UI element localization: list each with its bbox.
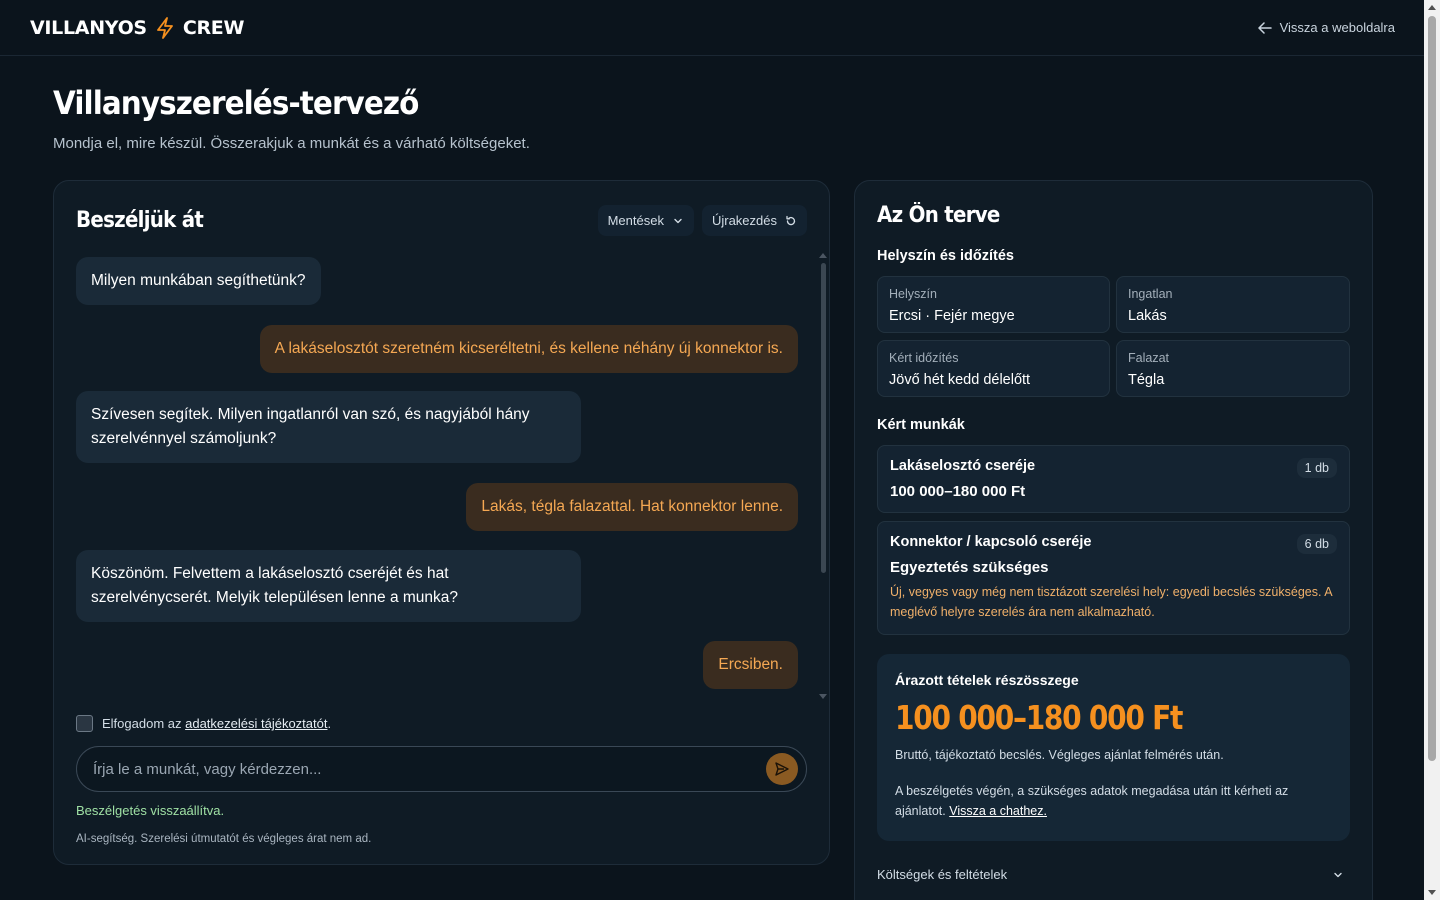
field-location: Helyszín Ercsi · Fejér megye [877, 276, 1110, 333]
chat-status-text: Beszélgetés visszaállítva. [76, 803, 225, 818]
field-value: Lakás [1128, 308, 1167, 324]
page-scrollbar[interactable] [1424, 0, 1440, 900]
ai-disclaimer: AI-segítség. Szerelési útmutatót és végl… [76, 833, 372, 845]
scroll-up-arrow-icon[interactable] [819, 253, 827, 258]
message-input[interactable] [93, 760, 713, 778]
logo-text-left: VILLANYOS [30, 16, 147, 39]
work-section-title: Kért munkák [877, 417, 965, 433]
consent-suffix: . [327, 716, 332, 731]
send-icon [775, 762, 789, 776]
field-value: Jövő hét kedd délelőtt [889, 372, 1031, 388]
consent-checkbox[interactable] [76, 715, 93, 732]
consent-prefix: Elfogadom az [102, 716, 186, 731]
page-title: Villanyszerelés-tervező [53, 84, 419, 122]
bot-message: Milyen munkában segíthetünk? [76, 257, 321, 305]
work-item-note: Új, vegyes vagy még nem tisztázott szere… [890, 585, 1332, 619]
plan-title: Az Ön terve [877, 203, 1000, 228]
chat-scrollbar[interactable] [819, 251, 827, 701]
message-list: Milyen munkában segíthetünk? A lakáselos… [76, 257, 798, 697]
chat-scroll-thumb[interactable] [821, 263, 826, 573]
back-link-label: Vissza a weboldalra [1279, 20, 1395, 35]
price-summary-card: Árazott tételek részösszege 100 000–180 … [877, 654, 1350, 841]
restart-icon [786, 215, 796, 225]
message-input-box [76, 746, 807, 792]
privacy-policy-link[interactable]: adatkezelési tájékoztatót [185, 716, 327, 731]
location-fields: Helyszín Ercsi · Fejér megye Ingatlan La… [877, 276, 1350, 397]
back-to-chat-link[interactable]: Vissza a chathez. [949, 804, 1047, 818]
consent-text: Elfogadom az adatkezelési tájékoztatót. [102, 716, 331, 731]
page-scroll-down-icon[interactable] [1428, 890, 1436, 895]
bot-message: Köszönöm. Felvettem a lakáselosztó cseré… [76, 550, 581, 622]
chat-title: Beszéljük át [76, 208, 204, 233]
lightning-icon [156, 16, 173, 39]
field-label: Ingatlan [1128, 287, 1173, 301]
field-property: Ingatlan Lakás [1116, 276, 1350, 333]
summary-amount: 100 000–180 000 Ft [895, 698, 1183, 737]
page-header: Villanyszerelés-tervező Mondja el, mire … [53, 84, 530, 152]
field-value: Tégla [1128, 372, 1165, 388]
location-section-title: Helyszín és időzítés [877, 248, 1014, 264]
chevron-down-icon [1334, 872, 1342, 877]
chevron-down-icon [674, 218, 682, 223]
page-scroll-up-icon[interactable] [1428, 5, 1436, 10]
logo[interactable]: VILLANYOS CREW [30, 17, 244, 39]
consent-row: Elfogadom az adatkezelési tájékoztatót. [76, 715, 331, 732]
work-item-panel-replacement: Lakáselosztó cseréje 1 db 100 000–180 00… [877, 445, 1350, 513]
send-button[interactable] [766, 753, 798, 785]
costs-conditions-accordion[interactable]: Költségek és feltételek [877, 867, 1350, 882]
chat-actions: Mentések Újrakezdés [597, 205, 807, 236]
top-bar: VILLANYOS CREW Vissza a weboldalra [0, 0, 1424, 56]
work-item-qty-badge: 1 db [1296, 458, 1337, 478]
bot-message: Szívesen segítek. Milyen ingatlanról van… [76, 391, 581, 463]
field-value: Ercsi · Fejér megye [889, 308, 1015, 324]
summary-note: Bruttó, tájékoztató becslés. Végleges aj… [895, 748, 1224, 762]
logo-text-right: CREW [182, 16, 245, 39]
saves-dropdown-button[interactable]: Mentések [597, 205, 694, 236]
restart-button[interactable]: Újrakezdés [701, 205, 807, 236]
page-subtitle: Mondja el, mire készül. Összerakjuk a mu… [53, 135, 530, 152]
work-item-name: Lakáselosztó cseréje [890, 458, 1036, 474]
arrow-left-icon [1257, 21, 1272, 34]
field-label: Kért időzítés [889, 351, 959, 365]
summary-label: Árazott tételek részösszege [895, 672, 1079, 688]
summary-info: A beszélgetés végén, a szükséges adatok … [895, 781, 1332, 821]
scroll-down-arrow-icon[interactable] [819, 694, 827, 699]
work-item-name: Konnektor / kapcsoló cseréje [890, 534, 1092, 550]
field-label: Helyszín [889, 287, 937, 301]
back-to-website-link[interactable]: Vissza a weboldalra [1257, 20, 1395, 35]
user-message: A lakáselosztót szeretném kicseréltetni,… [259, 325, 798, 373]
plan-panel: Az Ön terve Helyszín és időzítés Helyszí… [854, 180, 1373, 900]
work-item-price: 100 000–180 000 Ft [890, 483, 1026, 500]
accordion-label: Költségek és feltételek [877, 867, 1008, 882]
user-message: Lakás, tégla falazattal. Hat konnektor l… [466, 483, 798, 531]
restart-label: Újrakezdés [711, 213, 777, 228]
chat-header: Beszéljük át Mentések Újrakezdés [76, 205, 807, 236]
work-item-socket-replacement: Konnektor / kapcsoló cseréje 6 db Egyezt… [877, 521, 1350, 635]
user-message: Ercsiben. [703, 641, 798, 689]
field-label: Falazat [1128, 351, 1169, 365]
saves-label: Mentések [607, 213, 664, 228]
work-item-price: Egyeztetés szükséges [890, 559, 1049, 576]
page-scroll-thumb[interactable] [1428, 16, 1436, 761]
field-timing: Kért időzítés Jövő hét kedd délelőtt [877, 340, 1110, 397]
work-item-qty-badge: 6 db [1296, 534, 1337, 554]
chat-panel: Beszéljük át Mentések Újrakezdés Milyen … [53, 180, 830, 865]
field-wall-type: Falazat Tégla [1116, 340, 1350, 397]
